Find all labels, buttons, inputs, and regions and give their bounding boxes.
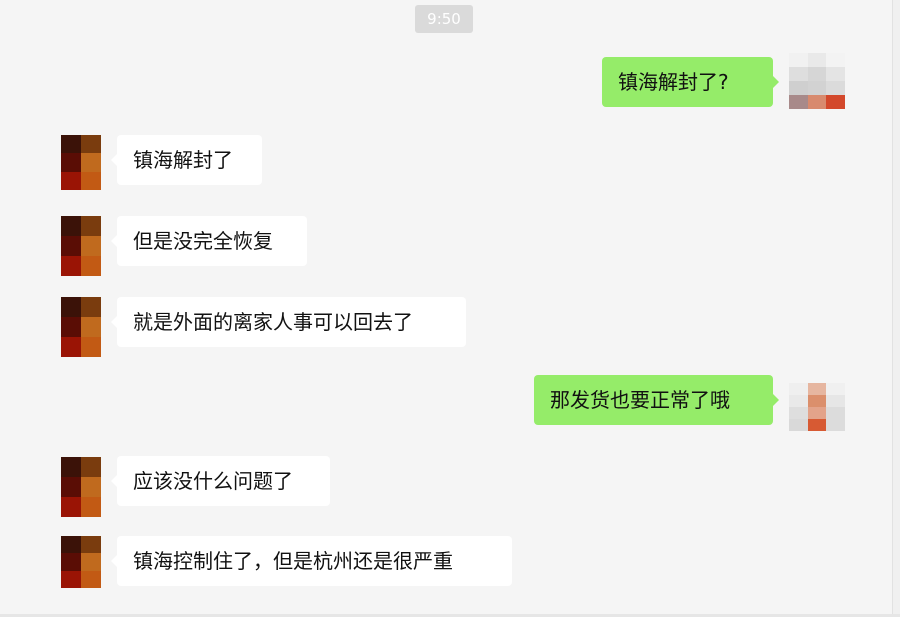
message-bubble-incoming[interactable]: 应该没什么问题了 xyxy=(111,456,330,506)
message-row-outgoing: 镇海解封了? xyxy=(0,53,893,113)
timestamp-badge: 9:50 xyxy=(415,5,473,33)
message-bubble-outgoing[interactable]: 那发货也要正常了哦 xyxy=(534,375,779,425)
contact-avatar[interactable] xyxy=(61,216,101,276)
message-bubble-outgoing[interactable]: 镇海解封了? xyxy=(602,57,779,107)
message-row-incoming: 就是外面的离家人事可以回去了 xyxy=(0,297,893,357)
message-row-incoming: 应该没什么问题了 xyxy=(0,456,893,517)
message-row-incoming: 但是没完全恢复 xyxy=(0,216,893,276)
message-bubble-incoming[interactable]: 镇海控制住了，但是杭州还是很严重 xyxy=(111,536,512,586)
contact-avatar[interactable] xyxy=(61,457,101,517)
message-bubble-incoming[interactable]: 但是没完全恢复 xyxy=(111,216,307,266)
chat-pane: 9:50 镇海解封了? 镇海解封了 但是没完全恢复 就是外面的离家人事可以回去了… xyxy=(0,0,893,617)
contact-avatar[interactable] xyxy=(61,297,101,357)
self-avatar[interactable] xyxy=(789,53,845,109)
contact-avatar[interactable] xyxy=(61,135,101,190)
message-row-incoming: 镇海解封了 xyxy=(0,135,893,190)
message-bubble-incoming[interactable]: 镇海解封了 xyxy=(111,135,262,185)
message-bubble-incoming[interactable]: 就是外面的离家人事可以回去了 xyxy=(111,297,466,347)
message-row-outgoing: 那发货也要正常了哦 xyxy=(0,372,893,432)
self-avatar[interactable] xyxy=(789,383,845,431)
contact-avatar[interactable] xyxy=(61,536,101,588)
scrollbar-track[interactable] xyxy=(892,0,900,617)
message-row-incoming: 镇海控制住了，但是杭州还是很严重 xyxy=(0,536,893,588)
